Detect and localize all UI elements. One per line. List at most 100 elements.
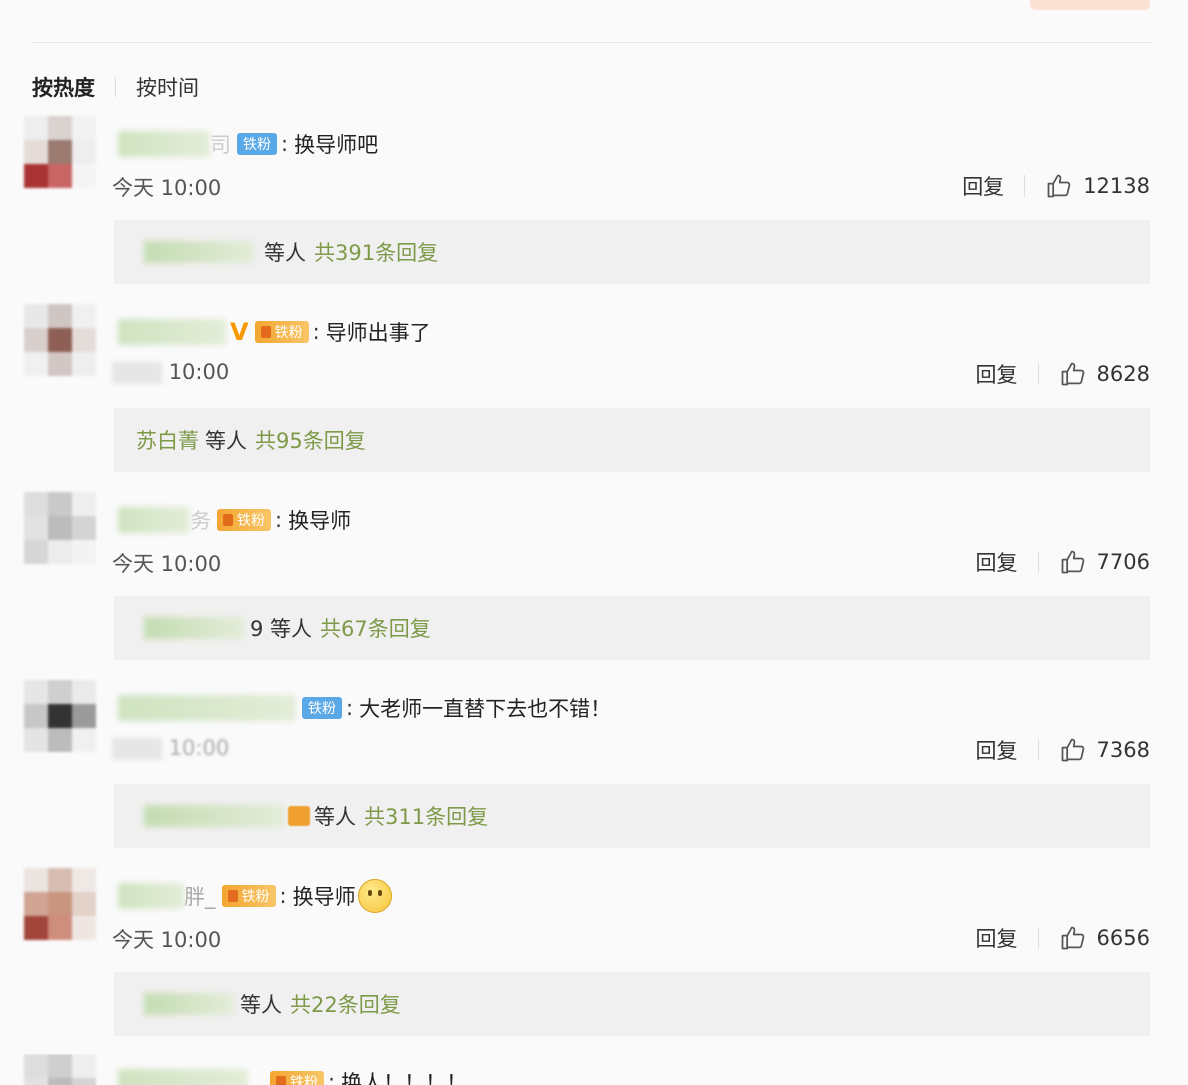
fan-badge: 铁粉 (217, 509, 271, 531)
like-button[interactable]: 7706 (1059, 548, 1150, 576)
gem-icon (276, 1076, 286, 1085)
thread-users[interactable]: 苏白菁 (136, 425, 199, 455)
reply-thread[interactable]: 9 等人 共67条回复 (114, 596, 1150, 660)
comment-item: 铁粉 : 换人！！！！ (0, 1054, 1188, 1085)
time-blur (112, 362, 162, 384)
thread-count: 共22条回复 (290, 993, 401, 1017)
username-suffix[interactable]: 司 (210, 129, 231, 159)
thumbs-up-icon (1061, 738, 1084, 762)
reply-thread[interactable]: 等人 共311条回复 (114, 784, 1150, 848)
action-separator (1037, 363, 1039, 385)
like-count: 12138 (1083, 174, 1150, 198)
tab-sort-time[interactable]: 按时间 (136, 72, 199, 102)
avatar[interactable] (24, 680, 96, 752)
like-count: 6656 (1096, 926, 1150, 950)
comment-text: 换导师 (288, 509, 352, 533)
username-suffix[interactable]: 务 (190, 505, 211, 535)
colon: : (275, 508, 283, 532)
username[interactable] (118, 695, 296, 721)
fan-badge-label: 铁粉 (241, 889, 270, 905)
like-count: 7706 (1096, 550, 1150, 574)
action-separator (1037, 739, 1039, 761)
avatar[interactable] (24, 868, 96, 940)
fan-badge: 铁粉 (237, 133, 277, 155)
reply-button[interactable]: 回复 (962, 171, 1004, 201)
divider (32, 42, 1152, 43)
comment-text: 导师出事了 (325, 321, 431, 345)
reply-button[interactable]: 回复 (976, 359, 1018, 389)
thread-who: 等人 (264, 241, 306, 265)
thumbs-up-icon (1061, 550, 1084, 574)
avatar[interactable] (24, 116, 96, 188)
gem-icon (223, 514, 233, 526)
thumbs-up-icon (1061, 926, 1084, 950)
fan-badge: 铁粉 (254, 321, 309, 343)
comment-item: 务 铁粉 : 换导师 今天 10:00 回复 7706 9 等人 共67条回复 (0, 492, 1188, 680)
gem-icon (260, 326, 271, 338)
avatar[interactable] (24, 304, 96, 376)
thread-who: 等人 (240, 993, 282, 1017)
comment-time-row: 10:00 (112, 360, 229, 384)
reply-button[interactable]: 回复 (976, 923, 1018, 953)
comment-item: 司 铁粉 : 换导师吧 今天 10:00 回复 12138 等人 共391条回复 (0, 116, 1188, 304)
fan-badge-label: 铁粉 (290, 1075, 318, 1085)
like-count: 8628 (1096, 362, 1150, 386)
colon: : (346, 696, 354, 720)
username[interactable] (118, 883, 184, 909)
comment-text: 换导师吧 (294, 133, 379, 157)
vip-icon: V (230, 318, 249, 346)
thread-who: 9 等人 (250, 617, 313, 641)
action-separator (1024, 175, 1026, 197)
colon: : (281, 132, 289, 156)
like-button[interactable]: 6656 (1059, 924, 1150, 952)
comment-time: 今天 10:00 (112, 552, 222, 576)
reply-thread[interactable]: 苏白菁 等人 共95条回复 (114, 408, 1150, 472)
comment-text: 换人！！！！ (341, 1071, 468, 1085)
thread-count: 共311条回复 (364, 805, 489, 829)
comment-item: V 铁粉 : 导师出事了 10:00 回复 8628 苏白菁 等人 共95条回复 (0, 304, 1188, 492)
username[interactable] (118, 507, 190, 533)
comment-item: 胖_ 铁粉 : 换导师 今天 10:00 回复 6656 等人 共22条回复 (0, 868, 1188, 1056)
like-button[interactable]: 8628 (1059, 360, 1150, 388)
comment-time: 今天 10:00 (112, 928, 222, 952)
fan-badge-small (288, 806, 310, 826)
like-button[interactable]: 7368 (1059, 736, 1150, 764)
comment-item: 铁粉 : 大老师一直替下去也不错！ 10:00 回复 7368 等人 共311条… (0, 680, 1188, 868)
username-suffix[interactable]: 胖_ (184, 881, 216, 911)
thumbs-up-icon (1061, 362, 1084, 386)
comment-time: 10:00 (168, 360, 230, 384)
reply-thread[interactable]: 等人 共22条回复 (114, 972, 1150, 1036)
fan-badge-label: 铁粉 (243, 137, 271, 153)
fan-badge: 铁粉 (221, 885, 276, 907)
reply-button[interactable]: 回复 (976, 735, 1018, 765)
tab-sort-hot[interactable]: 按热度 (32, 72, 95, 102)
thread-users-blur (144, 617, 244, 639)
thread-count: 共391条回复 (314, 241, 439, 265)
thread-who: 等人 (314, 805, 356, 829)
fan-badge-label: 铁粉 (237, 513, 265, 529)
thumbs-up-icon (1047, 174, 1071, 198)
username[interactable] (118, 1069, 248, 1085)
gem-icon (227, 890, 238, 902)
smile-emoji-icon (357, 879, 392, 913)
username[interactable] (118, 319, 226, 345)
fan-badge: 铁粉 (302, 697, 342, 719)
reply-thread[interactable]: 等人 共391条回复 (114, 220, 1150, 284)
thread-users-blur (144, 805, 284, 827)
like-button[interactable]: 12138 (1045, 172, 1150, 200)
comment-text: 大老师一直替下去也不错！ (359, 697, 612, 721)
comment-time-row: 10:00 (112, 736, 229, 760)
comment-text: 换导师 (292, 885, 356, 909)
like-count: 7368 (1096, 738, 1150, 762)
time-blur (112, 738, 162, 760)
reply-button[interactable]: 回复 (976, 547, 1018, 577)
avatar[interactable] (24, 492, 96, 564)
action-separator (1037, 927, 1039, 949)
fan-badge: 铁粉 (270, 1071, 324, 1085)
username[interactable] (118, 131, 210, 157)
avatar[interactable] (24, 1054, 96, 1085)
sort-tabs: 按热度 按时间 (32, 72, 199, 102)
fan-badge-label: 铁粉 (274, 325, 303, 341)
top-action-button[interactable] (1030, 0, 1150, 10)
thread-users-blur (144, 241, 254, 263)
